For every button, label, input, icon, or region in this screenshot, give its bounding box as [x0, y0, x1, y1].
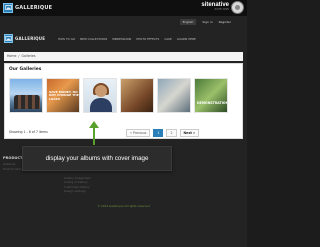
breadcrumb-current: Galleries [21, 54, 36, 58]
signin-link[interactable]: Sign in [202, 20, 212, 24]
nav-item[interactable]: CAKE [164, 37, 171, 41]
gallery-thumbnails: SAVE MONEY, DO NOT CHANGE THE LOCKS DEMO… [9, 78, 228, 113]
items-count: Showing 1 - 6 of 7 items [9, 130, 48, 134]
brand-subtitle: SUITE APPS [214, 8, 229, 11]
page-1-button[interactable]: 1 [153, 129, 164, 137]
frame-logo-text: GALLERIQUE [15, 4, 53, 11]
breadcrumb-separator: / [18, 54, 20, 58]
portrait-face [95, 85, 107, 97]
album-caption: SAVE MONEY, DO NOT CHANGE THE LOCKS [49, 90, 79, 101]
callout-box: display your albums with cover image [22, 146, 172, 171]
footer-link[interactable]: Product listing [3, 167, 23, 171]
register-link[interactable]: Register [219, 20, 231, 24]
main-nav: HOW TO GO NEW COLLECTIONS IMPRESSIONS PH… [58, 37, 196, 41]
footer-column: Gallery Image Item Listing in Gallery Cu… [64, 176, 91, 194]
pagination: « Previous 1 2 Next » [126, 129, 200, 137]
gallery-logo-icon [3, 2, 13, 13]
language-select[interactable]: English [179, 19, 197, 25]
site-logo[interactable]: GALLERIQUE [4, 34, 45, 43]
nav-item[interactable]: PHOTO EFFECTS [136, 37, 159, 41]
nav-item[interactable]: NEW COLLECTIONS [80, 37, 107, 41]
footer-link[interactable]: Galleries [3, 162, 15, 166]
nav-item[interactable]: HOW TO GO [58, 37, 75, 41]
footer-link[interactable]: Design settings [64, 189, 91, 193]
nav-item[interactable]: LOGINS HERE [177, 37, 196, 41]
site-logo-text: GALLERIQUE [15, 36, 46, 41]
frame-brand: sitenative SUITE APPS [201, 2, 229, 11]
nav-item[interactable]: IMPRESSIONS [112, 37, 131, 41]
group-photo [14, 95, 40, 109]
portrait-body [90, 98, 112, 112]
arrow-stem [93, 127, 95, 145]
galleries-panel: Our Galleries SAVE MONEY, DO NOT CHANGE … [4, 63, 243, 139]
brand-seal-icon [231, 1, 244, 14]
copyright-text: © 2014 Gallerique all rights reserved [97, 204, 150, 208]
breadcrumb-home[interactable]: Home [7, 54, 16, 59]
callout-text: display your albums with cover image [45, 155, 149, 162]
album-cover[interactable]: SAVE MONEY, DO NOT CHANGE THE LOCKS [46, 78, 80, 113]
album-cover[interactable] [9, 78, 43, 113]
previous-page-button[interactable]: « Previous [126, 129, 151, 137]
breadcrumb: Home / Galleries [4, 52, 243, 61]
next-page-button[interactable]: Next » [179, 129, 200, 137]
frame-header: GALLERIQUE sitenative SUITE APPS [0, 0, 247, 16]
album-caption: DEMONSTRATION [197, 101, 228, 105]
page-2-button[interactable]: 2 [166, 129, 177, 137]
panel-title: Our Galleries [9, 67, 42, 72]
gallery-logo-icon [4, 34, 13, 43]
frame-logo: GALLERIQUE [3, 2, 52, 13]
album-cover[interactable] [83, 78, 117, 113]
utility-bar: English Sign in Register [179, 19, 231, 25]
album-cover[interactable]: DEMONSTRATION [194, 78, 228, 113]
album-cover[interactable] [157, 78, 191, 113]
site-header: GALLERIQUE HOW TO GO NEW COLLECTIONS IMP… [0, 32, 247, 48]
album-cover[interactable] [120, 78, 154, 113]
